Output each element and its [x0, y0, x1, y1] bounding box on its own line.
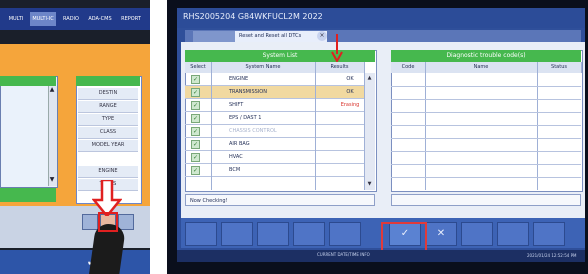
- system-row-transmission[interactable]: ✓ TRANSMISSION OK: [185, 86, 375, 99]
- column-divider: [211, 62, 212, 190]
- checkbox[interactable]: ✓: [191, 127, 200, 136]
- col-system-name: System Name: [211, 62, 316, 73]
- left-info-table-header: [76, 76, 140, 86]
- row-divider: [391, 164, 581, 165]
- tab-inactive[interactable]: [193, 31, 235, 42]
- tab-multi-ic[interactable]: MULTI-IC: [30, 12, 56, 26]
- row-divider: [391, 177, 581, 178]
- toolbar-button[interactable]: [461, 222, 493, 246]
- red-arrow-down-icon: [92, 180, 122, 216]
- toolbar-button[interactable]: [329, 222, 361, 246]
- table-row: MODEL YEAR: [78, 140, 138, 152]
- right-photo: RHS2005204 G84WKFUCL2M 2022 Reset and Re…: [167, 0, 588, 274]
- table-row: CLASS: [78, 127, 138, 139]
- taskbar: [177, 250, 585, 262]
- system-row-hvac[interactable]: ✓ HVAC: [185, 151, 375, 164]
- row-divider: [391, 99, 581, 100]
- left-taskbar: [0, 250, 150, 274]
- col-select: Select: [185, 62, 212, 73]
- cancel-x-button[interactable]: ✕: [425, 222, 457, 246]
- toolbar-button[interactable]: [185, 222, 217, 246]
- system-name: TRANSMISSION: [229, 89, 267, 95]
- table-row: DESTIN: [78, 88, 138, 100]
- table-row: TYPE: [78, 114, 138, 126]
- col-results: Results: [315, 62, 365, 73]
- toolbar-button[interactable]: [221, 222, 253, 246]
- checkbox[interactable]: ✓: [191, 153, 200, 162]
- tab-report[interactable]: REPORT: [118, 12, 144, 26]
- tab-multi[interactable]: MULTI: [6, 12, 26, 26]
- system-name: HVAC: [229, 154, 243, 160]
- left-green-bar: [0, 188, 56, 202]
- system-row-air-bag[interactable]: ✓ AIR BAG: [185, 138, 375, 151]
- scroll-up-icon[interactable]: ▲: [365, 74, 374, 83]
- left-photo: MULTI MULTI-IC RADIO ADA-CMS REPORT ▲ ▼ …: [0, 0, 150, 274]
- system-list-scrollbar[interactable]: [364, 73, 375, 190]
- checkbox[interactable]: ✓: [191, 101, 200, 110]
- system-result: OK: [346, 89, 354, 95]
- row-divider: [391, 151, 581, 152]
- system-name: AIR BAG: [229, 141, 250, 147]
- tab-reset-dtcs[interactable]: Reset and Reset all DTCs: [235, 31, 327, 42]
- window-title: RHS2005204 G84WKFUCL2M 2022: [183, 12, 323, 21]
- row-divider: [391, 112, 581, 113]
- left-list-header: [0, 76, 56, 86]
- system-row-shift[interactable]: ✓ SHIFT Erasing: [185, 99, 375, 112]
- col-status: Status: [537, 62, 582, 73]
- table-row: RANGE: [78, 101, 138, 113]
- red-arrow-down-icon: [331, 34, 343, 62]
- checkbox[interactable]: ✓: [191, 140, 200, 149]
- dtc-title: Diagnostic trouble code(s): [391, 50, 581, 62]
- system-name: ENGINE: [229, 76, 249, 82]
- toolbar-button[interactable]: [533, 222, 565, 246]
- checkbox[interactable]: ✓: [191, 114, 200, 123]
- system-row-eps[interactable]: ✓ EPS / DAST 1: [185, 112, 375, 125]
- scroll-down-icon[interactable]: ▼: [48, 176, 56, 184]
- system-result: Erasing: [340, 102, 360, 108]
- toolbar-button[interactable]: [293, 222, 325, 246]
- system-row-engine[interactable]: ✓ ENGINE OK: [185, 73, 375, 86]
- status-message: Now Checking!: [185, 194, 375, 206]
- system-name: SHIFT: [229, 102, 244, 108]
- close-tab-icon[interactable]: ×: [317, 31, 327, 41]
- row-divider: [391, 86, 581, 87]
- column-divider: [537, 62, 538, 190]
- checkbox[interactable]: ✓: [191, 166, 200, 175]
- column-divider: [315, 62, 316, 190]
- toolbar-button[interactable]: [257, 222, 289, 246]
- status-field: [391, 194, 581, 206]
- left-scrollbar[interactable]: [48, 86, 57, 186]
- col-code: Code: [391, 62, 426, 73]
- tab-radio[interactable]: RADIO: [60, 12, 82, 26]
- scroll-up-icon[interactable]: ▲: [48, 86, 56, 94]
- column-divider: [425, 62, 426, 190]
- taskbar-clock: 2021/01/24 12:52:54 PM: [527, 253, 577, 258]
- system-name: EPS / DAST 1: [229, 115, 262, 121]
- row-divider: [391, 138, 581, 139]
- checkbox[interactable]: ✓: [191, 75, 200, 84]
- left-tab-bar: MULTI MULTI-IC RADIO ADA-CMS REPORT: [0, 8, 150, 30]
- toolbar-button[interactable]: [497, 222, 529, 246]
- system-list-title: System List: [185, 50, 375, 62]
- system-name: CHASSIS CONTROL: [229, 128, 277, 134]
- scroll-down-icon[interactable]: ▼: [365, 180, 374, 189]
- system-row-bcm[interactable]: ✓ BCM: [185, 164, 375, 177]
- toolbar-button[interactable]: [82, 214, 98, 230]
- tab-ada-cms[interactable]: ADA-CMS: [86, 12, 114, 26]
- table-row: ENGINE: [78, 166, 138, 178]
- system-name: BCM: [229, 167, 241, 173]
- system-row-chassis-control[interactable]: ✓ CHASSIS CONTROL: [185, 125, 375, 138]
- annotation-highlight-box: [98, 212, 118, 232]
- col-name: Name: [425, 62, 538, 73]
- row-divider: [391, 125, 581, 126]
- checkbox[interactable]: ✓: [191, 88, 200, 97]
- system-result: OK: [346, 76, 354, 82]
- taskbar-item[interactable]: CURRENT DATE/TIME INFO: [317, 252, 370, 257]
